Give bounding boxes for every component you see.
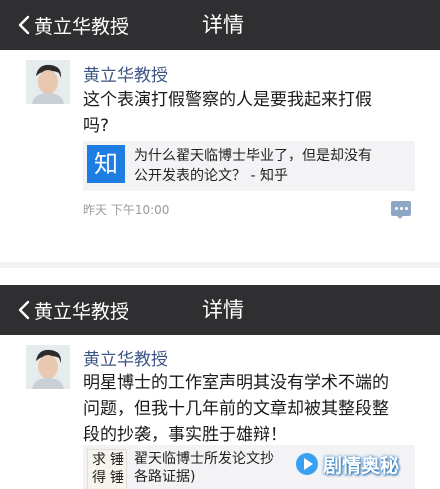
comment-icon[interactable]: [391, 201, 411, 219]
watermark: 剧情奥秘: [296, 444, 440, 484]
watermark-text: 剧情奥秘: [323, 454, 400, 477]
back-button[interactable]: 黄立华教授: [18, 285, 129, 335]
back-button[interactable]: 黄立华教授: [18, 0, 129, 50]
article-thumbnail: 求 锤 得 锤: [87, 449, 127, 489]
page-title: 详情: [202, 298, 244, 322]
nav-bar: 黄立华教授 详情: [0, 285, 440, 335]
back-label: 黄立华教授: [34, 15, 130, 38]
zhihu-logo-icon: 知: [87, 145, 125, 183]
back-label: 黄立华教授: [34, 300, 130, 323]
avatar[interactable]: [26, 345, 70, 389]
post-text-line: 这个表演打假警察的人是要我起来打假: [83, 90, 372, 110]
moment-detail-screen-1: 黄立华教授 详情 黄立华教授 这个表演打假警察的人是要我起来打假 吗? 知 为什…: [0, 0, 440, 262]
post-text-line: 问题，但我十几年前的文章却被其整段整: [83, 399, 389, 419]
link-title-line: 公开发表的论文？ - 知乎: [134, 168, 288, 184]
thumbnail-char: 得: [92, 470, 106, 486]
link-title: 为什么翟天临博士毕业了，但是却没有 公开发表的论文？ - 知乎: [134, 146, 414, 186]
post-text: 明星博士的工作室声明其没有学术不端的 问题，但我十几年前的文章却被其整段整 段的…: [83, 370, 428, 448]
post-timestamp: 昨天 下午10:00: [83, 203, 170, 217]
thumbnail-char: 锤: [110, 452, 124, 468]
author-name[interactable]: 黄立华教授: [83, 61, 168, 86]
avatar[interactable]: [26, 60, 70, 104]
link-card[interactable]: 知 为什么翟天临博士毕业了，但是却没有 公开发表的论文？ - 知乎: [83, 141, 415, 191]
chevron-left-icon: [18, 15, 30, 35]
play-circle-icon: [296, 453, 318, 475]
post-text-line: 吗?: [83, 116, 110, 136]
link-title-line: 为什么翟天临博士毕业了，但是却没有: [134, 148, 372, 164]
thumbnail-char: 锤: [110, 470, 124, 486]
nav-bar: 黄立华教授 详情: [0, 0, 440, 50]
author-name[interactable]: 黄立华教授: [83, 345, 168, 370]
post-text: 这个表演打假警察的人是要我起来打假 吗?: [83, 87, 423, 139]
thumbnail-char: 求: [92, 452, 106, 468]
chevron-left-icon: [18, 300, 30, 320]
page-title: 详情: [202, 13, 244, 37]
post-text-line: 明星博士的工作室声明其没有学术不端的: [83, 373, 389, 393]
